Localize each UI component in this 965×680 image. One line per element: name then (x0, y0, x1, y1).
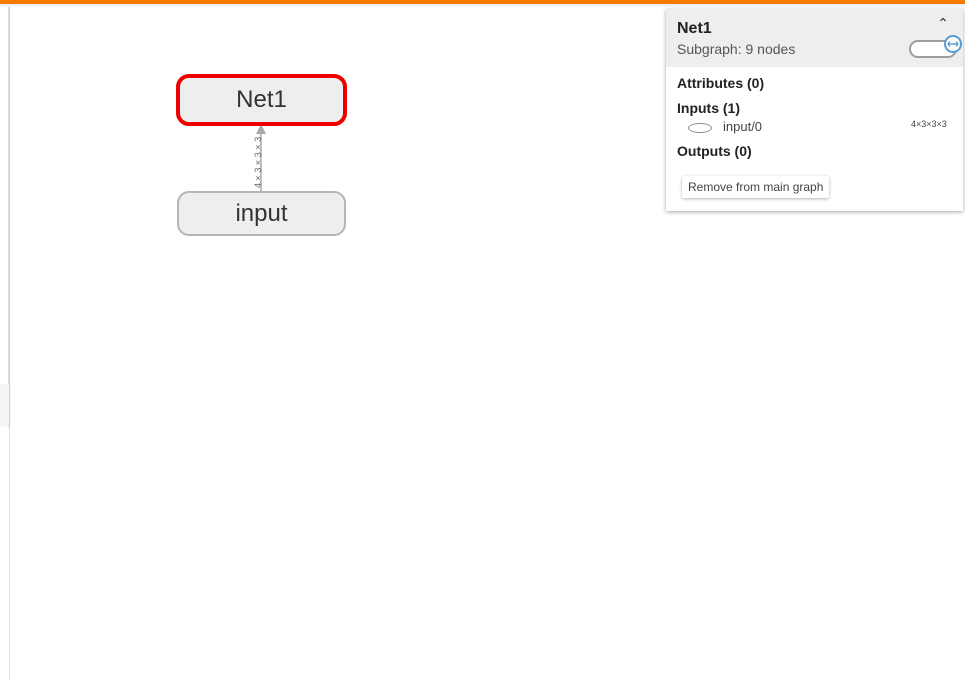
attributes-heading: Attributes (0) (677, 75, 765, 91)
node-input-label: input (235, 199, 288, 227)
info-card-title: Net1 (677, 20, 712, 37)
input-shape: 4×3×3×3 (911, 119, 947, 129)
chevron-up-icon[interactable]: ⌃ (935, 16, 951, 32)
node-net1[interactable]: Net1 (176, 74, 347, 126)
node-info-card: Net1 Subgraph: 9 nodes ⌃ Attributes (0) … (666, 9, 963, 211)
input-name[interactable]: input/0 (723, 119, 762, 134)
remove-from-main-graph-button[interactable]: Remove from main graph (682, 176, 830, 198)
info-card-subtitle: Subgraph: 9 nodes (677, 41, 796, 57)
inputs-heading: Inputs (1) (677, 100, 740, 116)
node-input[interactable]: input (177, 191, 346, 236)
outputs-heading: Outputs (0) (677, 143, 752, 159)
edge-shape-label: 4×3×3×3 (253, 136, 263, 188)
info-card-header: Net1 Subgraph: 9 nodes ⌃ (666, 9, 963, 67)
toggle-knob-icon[interactable] (944, 35, 962, 53)
op-node-icon (688, 123, 712, 133)
node-net1-label: Net1 (236, 86, 287, 113)
